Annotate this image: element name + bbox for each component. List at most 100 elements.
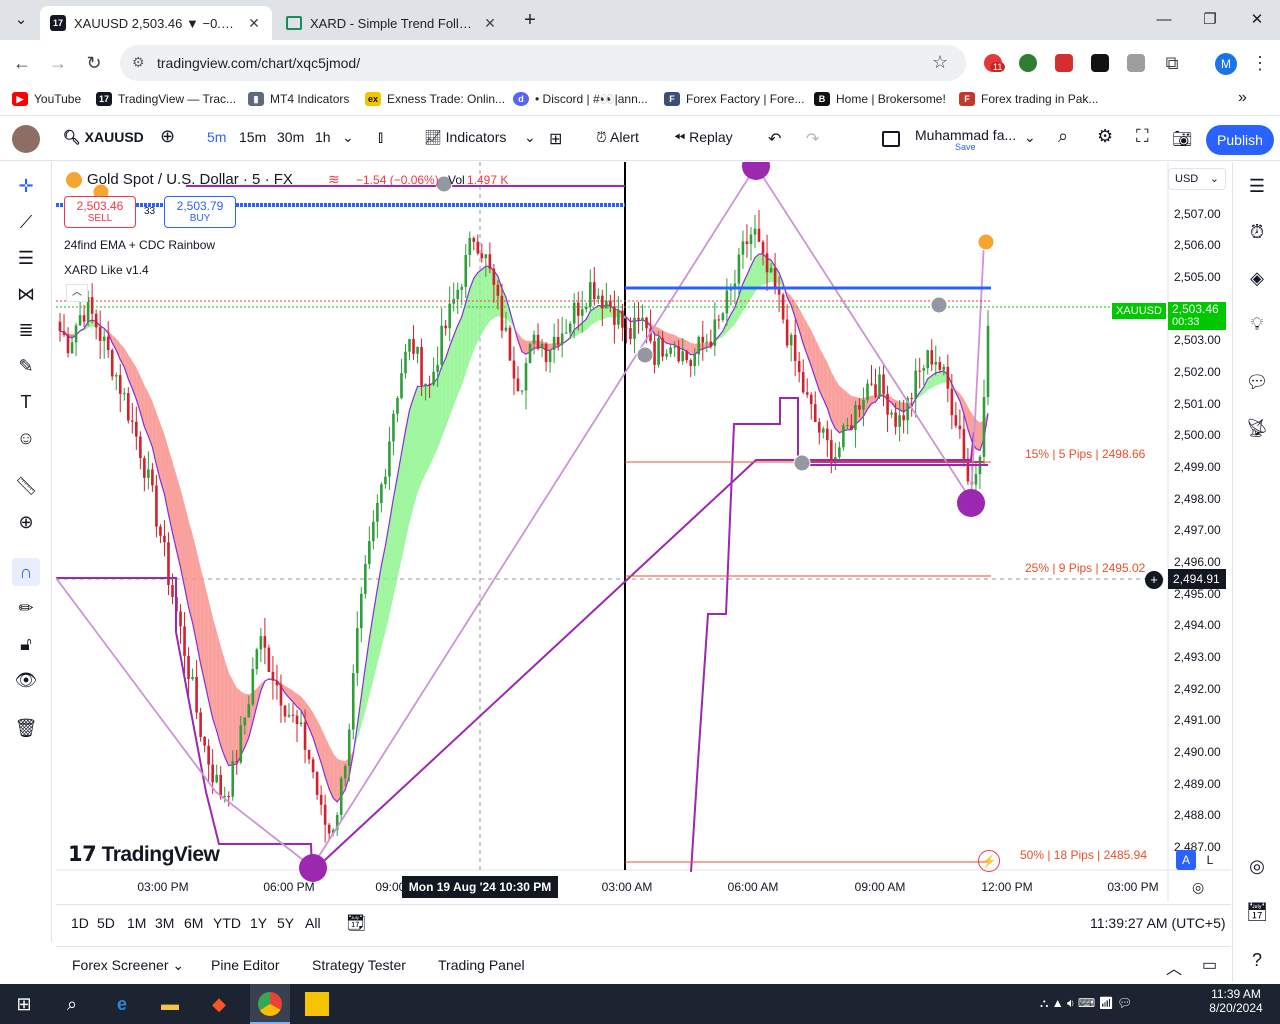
range-ytd[interactable]: YTD <box>213 915 241 931</box>
tradingview-watermark[interactable]: 𝟭𝟳 TradingView <box>68 842 220 867</box>
taskbar-clock[interactable]: 11:39 AM 8/20/2024 <box>1204 987 1268 1015</box>
indicator-xard-label[interactable]: XARD Like v1.4 <box>64 263 149 277</box>
utc-clock[interactable]: 11:39:27 AM (UTC+5) <box>1090 915 1226 931</box>
brush-icon[interactable]: ✎ <box>12 352 40 380</box>
bookmarks-more-button[interactable]: » <box>1238 89 1247 107</box>
tab-search-icon[interactable]: ⌄ <box>8 8 34 32</box>
tab-pine-editor[interactable]: Pine Editor <box>211 957 279 973</box>
chart-title[interactable]: Gold Spot / U.S. Dollar · 5 · FX <box>87 171 293 188</box>
publish-button[interactable]: Publish <box>1206 125 1274 155</box>
minimize-icon[interactable]: — <box>1151 8 1177 32</box>
alert-button[interactable]: ⏰︎ Alert <box>596 129 639 146</box>
range-5d[interactable]: 5D <box>97 915 115 931</box>
bookmark-forexfactory[interactable]: F Forex Factory | Fore... <box>664 92 804 106</box>
compare-add-icon[interactable]: ⊕ <box>160 126 175 147</box>
taskbar-search-icon[interactable]: ⌕ <box>60 992 84 1016</box>
tab-trading-panel[interactable]: Trading Panel <box>438 957 525 973</box>
brave-icon[interactable]: ◆ <box>207 992 231 1016</box>
bookmark-star-icon[interactable]: ☆ <box>932 52 948 73</box>
bookmark-mt4[interactable]: ▮ MT4 Indicators <box>248 92 349 106</box>
emoji-icon[interactable]: ☺ <box>12 424 40 452</box>
fullscreen-icon[interactable]: ⛶ <box>1136 126 1149 147</box>
site-settings-icon[interactable]: ⚙ <box>132 54 145 71</box>
bookmark-exness[interactable]: ex Exness Trade: Onlin... <box>365 92 505 106</box>
close-tab-icon[interactable]: ✕ <box>246 15 262 32</box>
hide-drawings-icon[interactable]: 👁︎ <box>12 666 40 694</box>
symbol-search-button[interactable]: 🔍︎ XAUUSD <box>63 129 144 146</box>
extension-grid-icon[interactable] <box>1127 54 1145 72</box>
lightning-icon[interactable]: ⚡ <box>978 850 1000 872</box>
file-explorer-icon[interactable]: ▬ <box>158 992 182 1016</box>
exness-taskbar-icon[interactable] <box>305 992 329 1016</box>
layouts-grid-icon[interactable]: ⊞ <box>549 129 562 149</box>
layout-name[interactable]: Muhammad fa... <box>915 127 1016 143</box>
lock-icon[interactable]: 🔓︎ <box>12 630 40 658</box>
url-text[interactable]: tradingview.com/chart/xqc5jmod/ <box>157 55 360 71</box>
currency-select[interactable]: USD ⌄ <box>1168 168 1226 190</box>
ruler-icon[interactable]: 📏︎ <box>12 472 40 500</box>
browser-tab-tradingview[interactable]: 17 XAUUSD 2,503.46 ▼ −0.03% M ✕ <box>40 6 272 40</box>
restore-icon[interactable]: ❐ <box>1197 8 1223 32</box>
trendline-icon[interactable]: ⟋ <box>12 208 40 236</box>
text-icon[interactable]: T <box>12 388 40 416</box>
quick-search-icon[interactable]: ⌕ <box>1058 126 1068 147</box>
range-6m[interactable]: 6M <box>184 915 203 931</box>
forward-icon[interactable]: → <box>46 51 70 75</box>
tab-strategy-tester[interactable]: Strategy Tester <box>312 957 406 973</box>
redo-icon[interactable]: ↷ <box>806 129 819 149</box>
profile-avatar[interactable]: M <box>1215 53 1237 75</box>
close-window-icon[interactable]: ✕ <box>1244 8 1270 32</box>
chrome-taskbar-button[interactable] <box>250 984 290 1024</box>
bookmark-brokersome[interactable]: B Home | Brokersome! <box>814 92 946 106</box>
range-all[interactable]: All <box>305 915 321 931</box>
chevron-up-icon[interactable]: ︿ <box>1166 955 1182 979</box>
help-icon[interactable]: ? <box>1243 946 1271 974</box>
chevron-down-icon[interactable]: ⌄ <box>342 129 354 146</box>
save-label[interactable]: Save <box>955 142 976 152</box>
settings-gear-icon[interactable]: ⚙ <box>1097 126 1113 147</box>
user-avatar[interactable] <box>12 125 40 153</box>
interval-5m[interactable]: 5m <box>207 129 226 145</box>
windows-start-icon[interactable]: ⊞ <box>12 992 36 1016</box>
extension-play-icon[interactable] <box>1055 54 1073 72</box>
chevron-down-icon[interactable]: ⌄ <box>1024 129 1036 146</box>
magnet-icon[interactable]: ∩ <box>12 558 40 586</box>
bookmark-tradingview[interactable]: 17 TradingView — Trac... <box>96 92 236 106</box>
bookmark-forex-pak[interactable]: F Forex trading in Pak... <box>959 92 1098 106</box>
indicator-ema-label[interactable]: 24find EMA + CDC Rainbow <box>64 238 215 252</box>
signals-icon[interactable]: 📡︎ <box>1243 414 1271 442</box>
crosshair-icon[interactable]: ✛ <box>12 172 40 200</box>
projection-icon[interactable]: ≣ <box>12 316 40 344</box>
extensions-puzzle-icon[interactable]: ⧉ <box>1160 51 1184 75</box>
interval-1h[interactable]: 1h <box>315 129 331 145</box>
camera-icon[interactable]: 📷︎ <box>1172 129 1192 149</box>
auto-scale-button[interactable]: A <box>1176 850 1196 870</box>
new-tab-button[interactable]: + <box>517 8 543 32</box>
range-1y[interactable]: 1Y <box>250 915 267 931</box>
candle-type-icon[interactable]: ⫾ <box>378 129 383 147</box>
indicators-button[interactable]: 📈︎ Indicators <box>424 129 506 146</box>
reload-icon[interactable]: ↻ <box>82 51 106 75</box>
watchlist-icon[interactable]: ☰ <box>1243 172 1271 200</box>
chevron-down-icon[interactable]: ⌄ <box>524 129 536 146</box>
collapse-legend-icon[interactable]: ︿ <box>66 284 88 302</box>
browser-tab-xard[interactable]: XARD - Simple Trend Following ✕ <box>276 6 508 40</box>
range-3m[interactable]: 3M <box>155 915 174 931</box>
range-1m[interactable]: 1M <box>127 915 146 931</box>
goto-date-icon[interactable]: 📆︎ <box>346 913 366 933</box>
replay-button[interactable]: ⏪︎ Replay <box>674 129 733 146</box>
interval-30m[interactable]: 30m <box>277 129 304 145</box>
bookmark-youtube[interactable]: ▶ YouTube <box>12 92 81 106</box>
target-icon[interactable]: ◎ <box>1243 852 1271 880</box>
buy-button[interactable]: 2,503.79 BUY <box>164 196 236 228</box>
maximize-panel-icon[interactable]: ▭ <box>1202 955 1217 975</box>
interval-15m[interactable]: 15m <box>239 129 266 145</box>
alerts-clock-icon[interactable]: ⏰︎ <box>1243 218 1271 246</box>
extension-dark-icon[interactable] <box>1091 54 1109 72</box>
trash-icon[interactable]: 🗑︎ <box>12 714 40 742</box>
back-icon[interactable]: ← <box>10 51 34 75</box>
close-tab-icon[interactable]: ✕ <box>482 15 498 32</box>
zoom-in-icon[interactable]: ⊕ <box>12 508 40 536</box>
time-axis-settings-icon[interactable]: ◎ <box>1192 879 1204 896</box>
undo-icon[interactable]: ↶ <box>768 129 781 149</box>
